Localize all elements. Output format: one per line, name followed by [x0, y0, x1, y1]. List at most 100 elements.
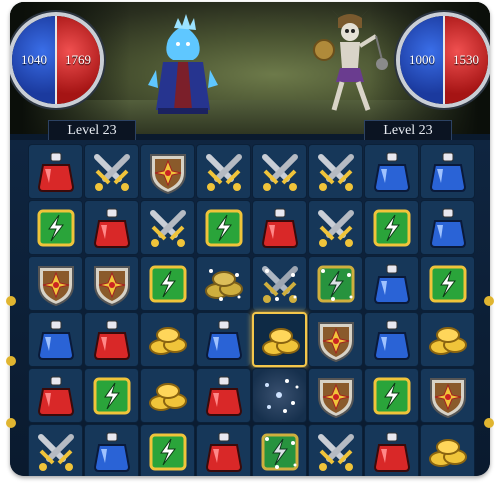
board-tile-shield[interactable]	[84, 256, 139, 311]
board-tile-sword[interactable]	[308, 424, 363, 476]
green-rune-burst-icon	[317, 265, 355, 303]
player-mana-value: 1040	[21, 52, 47, 67]
player-health-half: 1769	[56, 16, 100, 104]
board-tile-red-potion[interactable]	[28, 368, 83, 423]
gold-coins-icon	[429, 327, 467, 355]
board-tile-red-potion[interactable]	[84, 200, 139, 255]
shield-icon	[150, 154, 186, 195]
board-tile-green-rune[interactable]	[420, 256, 475, 311]
board-tile-green-rune[interactable]	[140, 256, 195, 311]
board-tile-red-potion[interactable]	[252, 200, 307, 255]
blue-potion-icon	[429, 152, 467, 192]
green-rune-icon	[93, 377, 131, 415]
player-mage-character	[148, 14, 218, 114]
battle-scene: 1040 1769 1000 1530	[10, 2, 490, 134]
board-tile-shield[interactable]	[308, 368, 363, 423]
shield-icon	[318, 322, 354, 363]
board-tile-blue-potion[interactable]	[28, 312, 83, 367]
shield-icon	[38, 266, 74, 307]
enemy-level-label: Level 23	[364, 120, 452, 142]
blue-potion-icon	[373, 152, 411, 192]
board-tile-sword[interactable]	[140, 200, 195, 255]
blue-potion-icon	[205, 320, 243, 360]
shield-icon	[318, 378, 354, 419]
player-level-label: Level 23	[48, 120, 136, 142]
enemy-mana-half: 1000	[400, 16, 444, 104]
board-tile-red-potion[interactable]	[84, 312, 139, 367]
coin-edge-left	[6, 356, 16, 366]
board-tile-red-potion[interactable]	[196, 368, 251, 423]
red-potion-icon	[205, 376, 243, 416]
orb-divider	[55, 16, 57, 104]
board-tile-blue-potion[interactable]	[420, 200, 475, 255]
board-tile-shield[interactable]	[420, 368, 475, 423]
board-tile-gold-coins[interactable]	[420, 312, 475, 367]
board-tile-sword[interactable]	[308, 200, 363, 255]
board-tile-green-rune-burst[interactable]	[252, 424, 307, 476]
blue-potion-icon	[37, 320, 75, 360]
board-tile-sword[interactable]	[252, 144, 307, 199]
board-tile-sword[interactable]	[28, 424, 83, 476]
board-tile-sword[interactable]	[196, 144, 251, 199]
green-rune-icon	[373, 377, 411, 415]
gold-coins-icon	[429, 439, 467, 467]
board-tile-sword[interactable]	[84, 144, 139, 199]
green-rune-icon	[149, 265, 187, 303]
board-tile-gold-coins[interactable]	[140, 312, 195, 367]
board-tile-red-potion[interactable]	[196, 424, 251, 476]
sword-icon	[318, 434, 354, 471]
sword-icon	[318, 154, 354, 191]
red-potion-icon	[373, 432, 411, 472]
game-frame: 1040 1769 1000 1530 Level 23 Level 23	[10, 2, 490, 476]
board-tile-green-rune[interactable]	[140, 424, 195, 476]
enemy-health-half: 1530	[444, 16, 488, 104]
red-potion-icon	[37, 376, 75, 416]
enemy-health-orb: 1000 1530	[396, 12, 490, 108]
sword-icon	[150, 210, 186, 247]
gold-coins-icon	[149, 383, 187, 411]
board-tile-blue-potion[interactable]	[364, 144, 419, 199]
enemy-skeleton-character	[313, 10, 388, 111]
green-rune-icon	[373, 209, 411, 247]
coin-edge-right	[484, 296, 494, 306]
green-rune-icon	[37, 209, 75, 247]
board-tile-gold-coins[interactable]	[140, 368, 195, 423]
sword-icon	[206, 154, 242, 191]
board-tile-sword[interactable]	[308, 144, 363, 199]
board-tile-sword-burst[interactable]	[252, 256, 307, 311]
board-tile-gold-coins[interactable]	[252, 312, 307, 367]
board-tile-shield[interactable]	[28, 256, 83, 311]
board-tile-blue-potion[interactable]	[196, 312, 251, 367]
board-tile-green-rune[interactable]	[196, 200, 251, 255]
blue-potion-icon	[373, 264, 411, 304]
gold-coins-icon	[149, 327, 187, 355]
board-tile-green-rune[interactable]	[28, 200, 83, 255]
coin-edge-left	[6, 418, 16, 428]
board-tile-shield[interactable]	[140, 144, 195, 199]
enemy-health-value: 1530	[453, 52, 479, 67]
player-mana-half: 1040	[12, 16, 56, 104]
board-tile-green-rune-burst[interactable]	[308, 256, 363, 311]
match-board[interactable]	[10, 140, 490, 476]
board-tile-red-potion[interactable]	[364, 424, 419, 476]
board-tile-blue-potion[interactable]	[364, 312, 419, 367]
sword-icon	[38, 434, 74, 471]
red-potion-icon	[205, 432, 243, 472]
sword-icon	[94, 154, 130, 191]
board-tile-green-rune[interactable]	[84, 368, 139, 423]
board-tile-gold-coins[interactable]	[420, 424, 475, 476]
board-tile-blue-potion[interactable]	[84, 424, 139, 476]
board-tile-red-potion[interactable]	[28, 144, 83, 199]
board-tile-shield[interactable]	[308, 312, 363, 367]
board-tile-blue-potion[interactable]	[420, 144, 475, 199]
player-health-orb: 1040 1769	[10, 12, 104, 108]
board-tile-gold-coins-burst[interactable]	[196, 256, 251, 311]
sword-burst-icon	[262, 266, 298, 303]
coin-edge-left	[6, 296, 16, 306]
board-tile-sparkle[interactable]	[252, 368, 307, 423]
board-tile-green-rune[interactable]	[364, 200, 419, 255]
board-tile-green-rune[interactable]	[364, 368, 419, 423]
board-tile-blue-potion[interactable]	[364, 256, 419, 311]
player-health-value: 1769	[65, 52, 91, 67]
shield-icon	[94, 266, 130, 307]
